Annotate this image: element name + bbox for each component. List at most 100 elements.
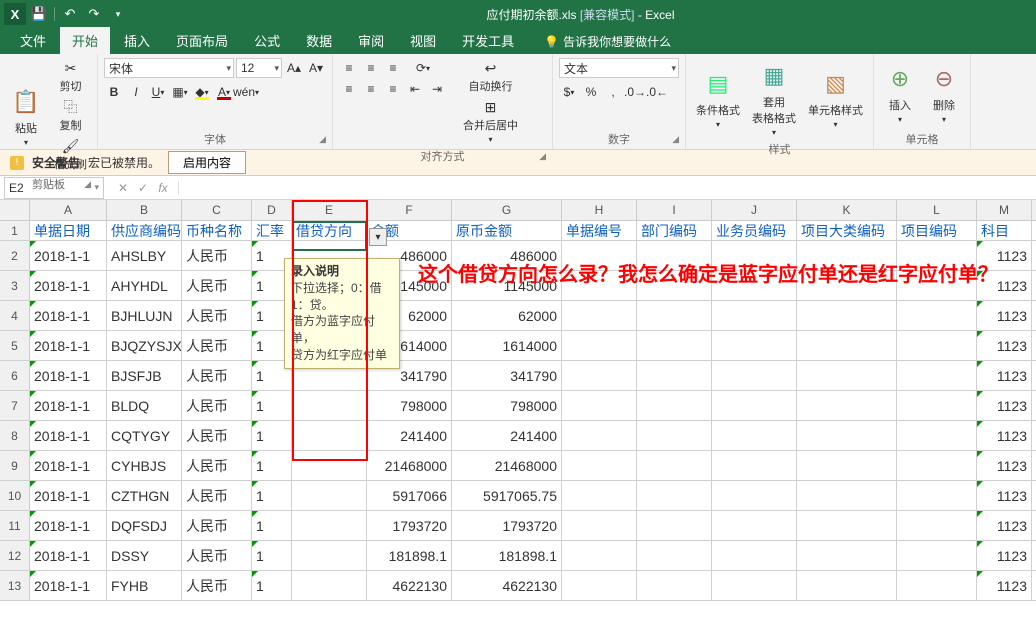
- header-cell[interactable]: 业务员编码: [712, 221, 797, 240]
- cell[interactable]: [562, 421, 637, 450]
- cell[interactable]: [637, 511, 712, 540]
- align-bottom-icon[interactable]: ≡: [383, 58, 403, 78]
- col-header-A[interactable]: A: [30, 200, 107, 220]
- comma-format-icon[interactable]: ,: [603, 82, 623, 102]
- cell[interactable]: [292, 451, 367, 480]
- cell[interactable]: [897, 331, 977, 360]
- cell[interactable]: 1123: [977, 361, 1032, 390]
- cell[interactable]: 1123: [977, 331, 1032, 360]
- cell[interactable]: [637, 421, 712, 450]
- col-header-E[interactable]: E: [292, 200, 367, 220]
- cell[interactable]: [797, 301, 897, 330]
- cell[interactable]: 人民币: [182, 361, 252, 390]
- cell[interactable]: 798000: [452, 391, 562, 420]
- cell[interactable]: [897, 361, 977, 390]
- tab-developer[interactable]: 开发工具: [450, 27, 526, 54]
- cell[interactable]: 1: [252, 571, 292, 600]
- cell[interactable]: [712, 541, 797, 570]
- row-header[interactable]: 4: [0, 301, 30, 330]
- cell[interactable]: [562, 511, 637, 540]
- row-header[interactable]: 9: [0, 451, 30, 480]
- cut-button[interactable]: ✂剪切: [50, 58, 91, 96]
- tab-layout[interactable]: 页面布局: [164, 27, 240, 54]
- cell[interactable]: [562, 571, 637, 600]
- align-middle-icon[interactable]: ≡: [361, 58, 381, 78]
- cell[interactable]: [562, 451, 637, 480]
- row-header[interactable]: 11: [0, 511, 30, 540]
- excel-icon[interactable]: X: [4, 3, 26, 25]
- col-header-F[interactable]: F: [367, 200, 452, 220]
- align-center-icon[interactable]: ≡: [361, 79, 381, 99]
- col-header-H[interactable]: H: [562, 200, 637, 220]
- fill-color-button[interactable]: ◆▾: [192, 82, 212, 102]
- enable-content-button[interactable]: 启用内容: [168, 151, 246, 174]
- cell[interactable]: CZTHGN: [107, 481, 182, 510]
- cell[interactable]: [637, 541, 712, 570]
- name-box[interactable]: E2: [4, 177, 104, 199]
- cell[interactable]: [292, 391, 367, 420]
- cell[interactable]: [562, 301, 637, 330]
- row-header[interactable]: 2: [0, 241, 30, 270]
- col-header-K[interactable]: K: [797, 200, 897, 220]
- cell[interactable]: [562, 541, 637, 570]
- cell[interactable]: 1123: [977, 541, 1032, 570]
- underline-button[interactable]: U▾: [148, 82, 168, 102]
- increase-decimal-icon[interactable]: .0→: [625, 82, 645, 102]
- cell[interactable]: 2018-1-1: [30, 481, 107, 510]
- merge-center-button[interactable]: ⊞合并后居中▾: [459, 97, 522, 146]
- cell[interactable]: 人民币: [182, 271, 252, 300]
- italic-button[interactable]: I: [126, 82, 146, 102]
- phonetic-button[interactable]: wén▾: [236, 82, 256, 102]
- tab-home[interactable]: 开始: [60, 27, 110, 54]
- header-cell[interactable]: 借贷方向: [292, 221, 367, 240]
- cell[interactable]: 1: [252, 421, 292, 450]
- cell[interactable]: 181898.1: [367, 541, 452, 570]
- cell[interactable]: [637, 301, 712, 330]
- cell[interactable]: [562, 481, 637, 510]
- font-color-button[interactable]: A▾: [214, 82, 234, 102]
- qat-customize-icon[interactable]: ▾: [107, 3, 129, 25]
- header-cell[interactable]: 部门编码: [637, 221, 712, 240]
- cell[interactable]: 4622130: [452, 571, 562, 600]
- font-name-select[interactable]: 宋体: [104, 58, 234, 78]
- cell[interactable]: 21468000: [452, 451, 562, 480]
- orientation-icon[interactable]: ⟳▾: [413, 58, 433, 78]
- cell[interactable]: 1614000: [452, 331, 562, 360]
- cell[interactable]: [637, 571, 712, 600]
- cell[interactable]: BJHLUJN: [107, 301, 182, 330]
- cell[interactable]: [897, 541, 977, 570]
- cell[interactable]: 1123: [977, 421, 1032, 450]
- formula-input[interactable]: [179, 177, 1036, 199]
- cell[interactable]: [712, 301, 797, 330]
- row-header[interactable]: 5: [0, 331, 30, 360]
- col-header-G[interactable]: G: [452, 200, 562, 220]
- spreadsheet-grid[interactable]: ABCDEFGHIJKLM 1单据日期供应商编码币种名称汇率借贷方向金额原币金额…: [0, 200, 1036, 601]
- cell[interactable]: [637, 481, 712, 510]
- cell[interactable]: 21468000: [367, 451, 452, 480]
- cell[interactable]: [712, 361, 797, 390]
- confirm-formula-icon[interactable]: ✓: [134, 181, 152, 195]
- cell[interactable]: 2018-1-1: [30, 331, 107, 360]
- cell[interactable]: 1123: [977, 571, 1032, 600]
- cell[interactable]: [797, 481, 897, 510]
- cell[interactable]: [637, 331, 712, 360]
- insert-button[interactable]: ⊕插入▾: [880, 58, 920, 129]
- cell[interactable]: FYHB: [107, 571, 182, 600]
- cell[interactable]: BJSFJB: [107, 361, 182, 390]
- cell[interactable]: [897, 451, 977, 480]
- cell[interactable]: 1793720: [367, 511, 452, 540]
- cell[interactable]: 2018-1-1: [30, 571, 107, 600]
- number-format-select[interactable]: 文本: [559, 58, 679, 78]
- cell[interactable]: [637, 361, 712, 390]
- tab-file[interactable]: 文件: [8, 27, 58, 54]
- cell[interactable]: CQTYGY: [107, 421, 182, 450]
- col-header-D[interactable]: D: [252, 200, 292, 220]
- cell[interactable]: 2018-1-1: [30, 391, 107, 420]
- row-header[interactable]: 8: [0, 421, 30, 450]
- decrease-decimal-icon[interactable]: .0←: [647, 82, 667, 102]
- cell[interactable]: 1123: [977, 301, 1032, 330]
- col-header-I[interactable]: I: [637, 200, 712, 220]
- cell[interactable]: 1: [252, 481, 292, 510]
- border-button[interactable]: ▦▾: [170, 82, 190, 102]
- wrap-text-button[interactable]: ↩自动换行: [459, 58, 522, 96]
